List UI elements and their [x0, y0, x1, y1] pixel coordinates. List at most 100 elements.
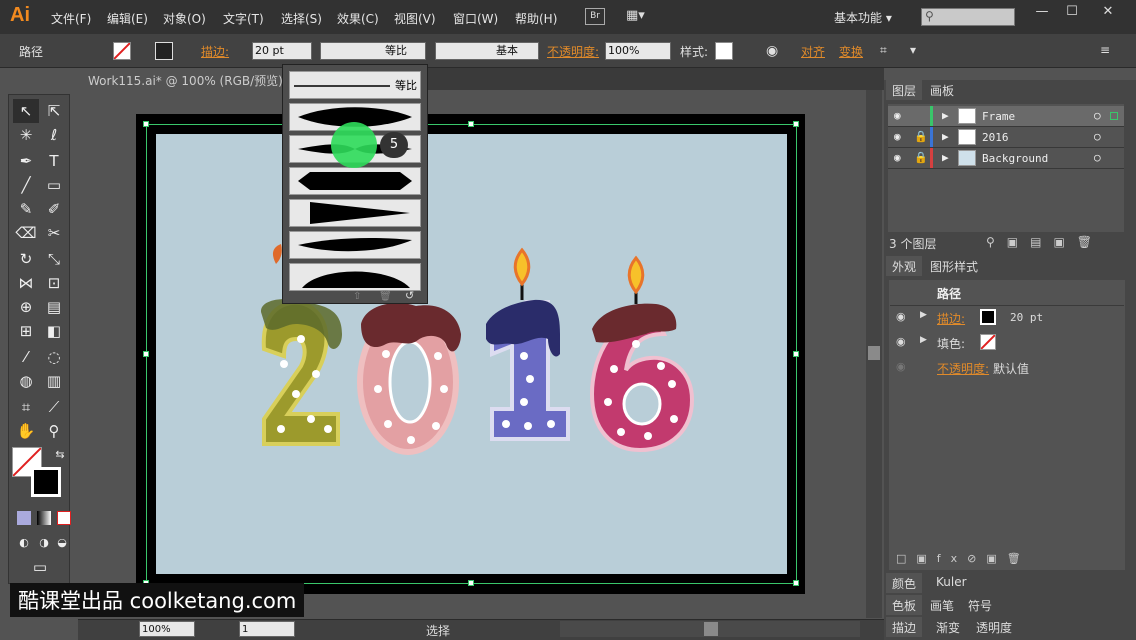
layer-row-frame[interactable]: ◉ ▶ Frame ○ [888, 106, 1124, 127]
appearance-fill-swatch[interactable] [980, 334, 996, 350]
appearance-stroke-swatch[interactable] [980, 309, 996, 325]
menu-effect[interactable]: 效果(C) [337, 10, 379, 27]
color-mode-icon[interactable] [17, 511, 31, 525]
lasso-icon[interactable]: ℓ [41, 123, 67, 147]
target-icon[interactable]: ○ [1094, 130, 1101, 143]
artboard-tool-icon[interactable]: ⌗ [13, 395, 39, 419]
menu-window[interactable]: 窗口(W) [453, 10, 498, 27]
artboard-number-input[interactable]: 1 [239, 621, 295, 637]
arrange-documents-icon[interactable]: ▦▾ [626, 8, 652, 25]
add-profile-icon[interactable]: ⇧ [353, 291, 361, 302]
handle-top-center[interactable] [468, 121, 474, 127]
eyedropper-icon[interactable]: ⁄ [13, 345, 39, 369]
eye-icon[interactable]: ◉ [894, 151, 901, 164]
handle-middle-left[interactable] [143, 351, 149, 357]
fill-swatch[interactable] [113, 42, 131, 60]
line-tool-icon[interactable]: ╱ [13, 173, 39, 197]
tab-layers[interactable]: 图层 [886, 80, 923, 100]
tab-graphic-styles[interactable]: 图形样式 [924, 256, 984, 276]
rotate-tool-icon[interactable]: ↻ [13, 247, 39, 271]
menu-view[interactable]: 视图(V) [394, 10, 436, 27]
transform-link[interactable]: 变换 [839, 43, 863, 60]
opacity-link[interactable]: 不透明度: [547, 43, 599, 60]
slice-tool-icon[interactable]: ⟋ [41, 395, 67, 419]
appearance-stroke-link[interactable]: 描边: [937, 310, 965, 327]
appearance-opacity-link[interactable]: 不透明度: [937, 360, 989, 377]
screen-mode-icon[interactable]: ▭ [27, 555, 53, 579]
pen-tool-icon[interactable]: ✒ [13, 149, 39, 173]
handle-top-right[interactable] [793, 121, 799, 127]
handle-top-left[interactable] [143, 121, 149, 127]
pencil-icon[interactable]: ✐ [41, 197, 67, 221]
profile-4[interactable] [289, 199, 421, 227]
blend-tool-icon[interactable]: ◌ [41, 345, 67, 369]
reset-profiles-icon[interactable]: ↺ [405, 289, 414, 302]
tab-swatches[interactable]: 色板 [886, 595, 923, 615]
symbol-sprayer-icon[interactable]: ◍ [13, 369, 39, 393]
lock-icon[interactable]: 🔒 [914, 151, 928, 164]
opacity-input[interactable]: 100% [605, 42, 671, 60]
layer-row-2016[interactable]: ◉ 🔒 ▶ 2016 ○ [888, 127, 1124, 148]
tab-appearance[interactable]: 外观 [886, 256, 923, 276]
handle-middle-right[interactable] [793, 351, 799, 357]
tab-transparency[interactable]: 透明度 [970, 617, 1018, 637]
layers-panel-buttons[interactable]: ⚲▣▤▣🗑 [986, 235, 1104, 249]
expand-arrow-icon[interactable]: ▶ [942, 109, 949, 122]
swap-colors-icon[interactable]: ⇆ [47, 443, 73, 467]
expand-arrow-icon[interactable]: ▶ [942, 130, 949, 143]
eye-icon[interactable]: ◉ [894, 130, 901, 143]
minimize-button[interactable]: — [1028, 4, 1056, 20]
style-swatch[interactable] [715, 42, 733, 60]
stroke-color-box[interactable] [31, 467, 61, 497]
target-icon[interactable]: ○ [1094, 151, 1101, 164]
expand-arrow-icon[interactable]: ▶ [920, 310, 927, 320]
layer-name[interactable]: 2016 [982, 131, 1009, 144]
align-link[interactable]: 对齐 [801, 43, 825, 60]
type-tool-icon[interactable]: T [41, 149, 67, 173]
tab-gradient[interactable]: 渐变 [930, 617, 966, 637]
menu-type[interactable]: 文字(T) [223, 10, 264, 27]
eye-icon[interactable]: ◉ [896, 360, 906, 373]
gradient-tool-icon[interactable]: ◧ [41, 319, 67, 343]
eye-icon[interactable]: ◉ [896, 310, 906, 323]
hand-tool-icon[interactable]: ✋ [13, 419, 39, 443]
graph-tool-icon[interactable]: ▥ [41, 369, 67, 393]
search-input[interactable]: ⚲ [921, 8, 1015, 26]
delete-profile-icon[interactable]: 🗑 [379, 291, 392, 302]
profile-6[interactable] [289, 263, 421, 291]
maximize-button[interactable]: ☐ [1058, 4, 1086, 20]
profile-uniform[interactable]: 等比 [289, 71, 421, 99]
layer-row-background[interactable]: ◉ 🔒 ▶ Background ○ [888, 148, 1124, 169]
zoom-tool-icon[interactable]: ⚲ [41, 419, 67, 443]
menu-edit[interactable]: 编辑(E) [107, 10, 148, 27]
expand-arrow-icon[interactable]: ▶ [920, 335, 927, 345]
profile-5[interactable] [289, 231, 421, 259]
menu-file[interactable]: 文件(F) [51, 10, 91, 27]
arrange-icon[interactable]: ▾ [910, 43, 916, 57]
document-tab[interactable]: Work115.ai* @ 100% (RGB/预览) [78, 68, 293, 90]
selection-indicator[interactable] [1110, 112, 1118, 120]
gradient-mode-icon[interactable] [37, 511, 51, 525]
menu-object[interactable]: 对象(O) [163, 10, 206, 27]
stroke-weight-input[interactable]: 20 pt [252, 42, 312, 60]
expand-arrow-icon[interactable]: ▶ [942, 151, 949, 164]
paintbrush-icon[interactable]: ✎ [13, 197, 39, 221]
stroke-link[interactable]: 描边: [201, 43, 229, 60]
layer-name[interactable]: Background [982, 152, 1048, 165]
handle-bottom-center[interactable] [468, 580, 474, 586]
horizontal-scroll-thumb[interactable] [704, 622, 718, 636]
stroke-swatch[interactable] [155, 42, 173, 60]
tab-color[interactable]: 颜色 [886, 573, 923, 593]
vertical-scroll-thumb[interactable] [868, 346, 880, 360]
mesh-tool-icon[interactable]: ⊞ [13, 319, 39, 343]
isolate-icon[interactable]: ⌗ [880, 43, 887, 58]
close-button[interactable]: ✕ [1094, 4, 1122, 20]
free-transform-icon[interactable]: ⊡ [41, 271, 67, 295]
eraser-icon[interactable]: ⌫ [13, 221, 39, 245]
tab-stroke[interactable]: 描边 [886, 617, 923, 637]
draw-inside-icon[interactable]: ◒ [49, 531, 75, 555]
handle-bottom-right[interactable] [793, 580, 799, 586]
selection-tool-icon[interactable]: ↖ [13, 99, 39, 123]
target-icon[interactable]: ○ [1094, 109, 1101, 122]
menu-help[interactable]: 帮助(H) [515, 10, 557, 27]
